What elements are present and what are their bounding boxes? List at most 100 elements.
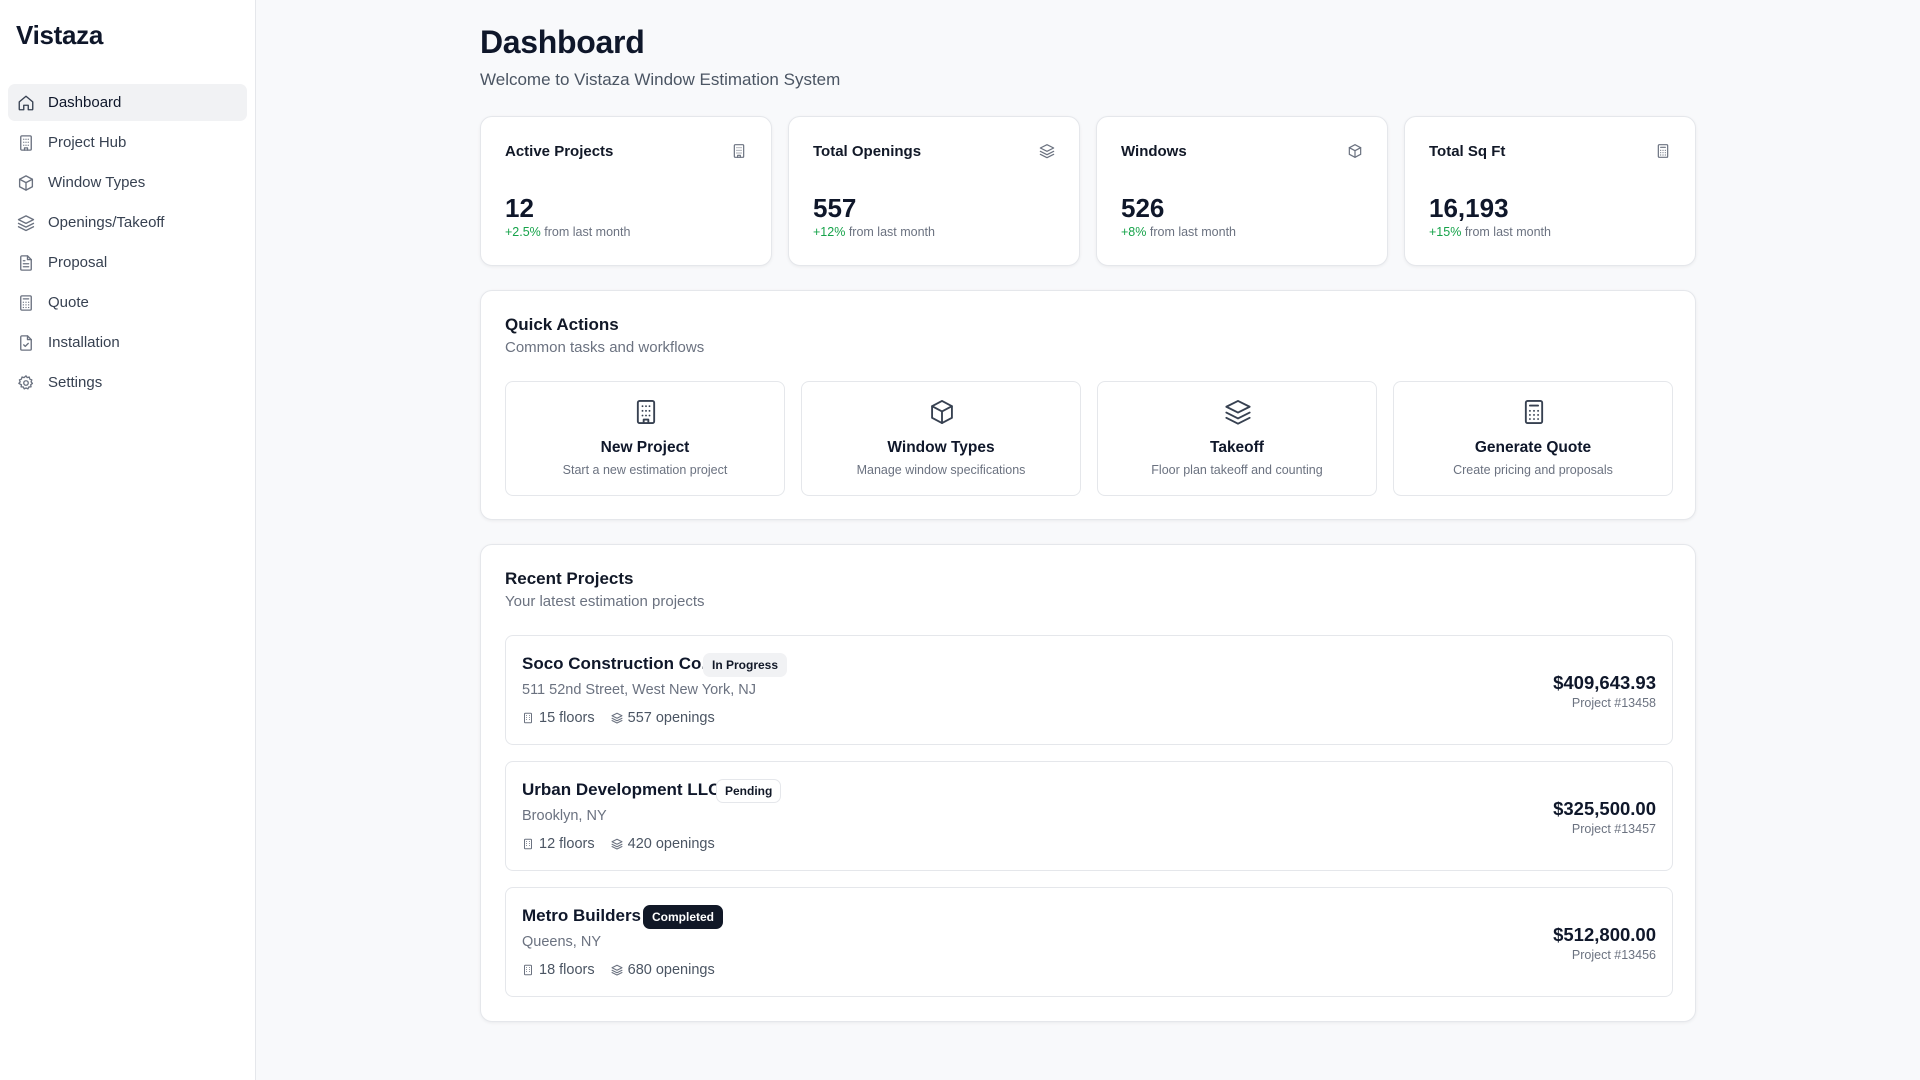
status-badge: Pending <box>716 779 782 803</box>
stat-delta: +2.5% <box>505 225 541 239</box>
sidebar-item-settings[interactable]: Settings <box>8 364 247 401</box>
section-title: Recent Projects <box>505 569 634 588</box>
stat-value: 16,193 <box>1429 193 1509 223</box>
stat-change: +2.5% from last month <box>505 225 630 239</box>
project-amount: $512,800.00 <box>1553 924 1656 945</box>
building-icon <box>524 838 532 850</box>
stat-change: +8% from last month <box>1121 225 1236 239</box>
layers-icon <box>611 838 623 850</box>
sidebar-item-openings-takeoff[interactable]: Openings/Takeoff <box>8 204 247 241</box>
quick-action-label: Takeoff <box>1210 439 1264 456</box>
quick-actions-card: Quick Actions Common tasks and workflows… <box>480 290 1696 520</box>
stat-change: +15% from last month <box>1429 225 1551 239</box>
building-icon <box>20 134 32 151</box>
sidebar-nav: Dashboard Project Hub Window Types Openi… <box>8 84 247 404</box>
quick-action-desc: Manage window specifications <box>856 463 1026 477</box>
stat-card-active-projects: Active Projects 12 +2.5% from last month <box>480 116 772 266</box>
stats-row: Active Projects 12 +2.5% from last month… <box>480 116 1696 266</box>
quick-action-label: New Project <box>600 439 690 456</box>
stat-value: 557 <box>813 193 857 223</box>
project-id: Project #13458 <box>1571 696 1656 710</box>
file-check-icon <box>20 334 32 351</box>
calculator-icon <box>1524 399 1544 425</box>
calculator-icon <box>1657 144 1669 158</box>
quick-action-desc: Floor plan takeoff and counting <box>1151 463 1323 477</box>
project-id: Project #13456 <box>1571 948 1656 962</box>
status-badge: In Progress <box>703 653 788 677</box>
home-icon <box>18 95 34 110</box>
file-text-icon <box>20 254 32 271</box>
stat-card-windows: Windows 526 +8% from last month <box>1096 116 1388 266</box>
sidebar-item-label: Installation <box>48 334 120 351</box>
stat-title: Total Sq Ft <box>1429 143 1506 160</box>
project-name: Urban Development LLC <box>522 780 721 799</box>
brand-logo[interactable]: Vistaza <box>16 20 103 51</box>
building-icon <box>636 399 656 425</box>
sidebar-item-proposal[interactable]: Proposal <box>8 244 247 281</box>
page-title: Dashboard <box>480 24 645 60</box>
project-address: Brooklyn, NY <box>522 808 607 824</box>
stat-delta: +8% <box>1121 225 1147 239</box>
quick-action-label: Generate Quote <box>1474 439 1592 456</box>
new-project-button[interactable]: New Project Start a new estimation proje… <box>505 381 785 496</box>
window-types-button[interactable]: Window Types Manage window specification… <box>801 381 1081 496</box>
project-openings: 557 openings <box>627 710 715 726</box>
page-subtitle: Welcome to Vistaza Window Estimation Sys… <box>480 70 841 89</box>
sidebar-item-label: Dashboard <box>48 94 122 111</box>
quick-action-desc: Start a new estimation project <box>562 463 728 477</box>
calculator-icon <box>20 294 32 311</box>
project-row[interactable]: Soco Construction Co. In Progress 511 52… <box>505 635 1673 745</box>
stat-change: +12% from last month <box>813 225 935 239</box>
stat-title: Active Projects <box>505 143 614 160</box>
stat-card-total-sq-ft: Total Sq Ft 16,193 +15% from last month <box>1404 116 1696 266</box>
project-name: Metro Builders <box>522 906 642 925</box>
sidebar-item-label: Quote <box>48 294 89 311</box>
stat-change-suffix: from last month <box>1464 225 1551 239</box>
building-icon <box>524 712 532 724</box>
quick-action-desc: Create pricing and proposals <box>1453 463 1613 477</box>
sidebar-item-window-types[interactable]: Window Types <box>8 164 247 201</box>
sidebar-item-installation[interactable]: Installation <box>8 324 247 361</box>
project-openings: 680 openings <box>627 962 715 978</box>
layers-icon <box>17 214 35 231</box>
status-badge: Completed <box>643 905 724 929</box>
project-floors: 12 floors <box>539 836 595 852</box>
layers-icon <box>611 964 623 976</box>
sidebar: Vistaza Dashboard Project Hub Window Typ… <box>0 0 256 1080</box>
project-id: Project #13457 <box>1571 822 1656 836</box>
stat-value: 12 <box>505 193 534 223</box>
stat-title: Windows <box>1121 143 1187 160</box>
stat-delta: +12% <box>813 225 846 239</box>
project-floors: 15 floors <box>539 710 595 726</box>
box-icon <box>1348 144 1362 158</box>
project-address: Queens, NY <box>522 934 601 950</box>
stat-change-suffix: from last month <box>1149 225 1236 239</box>
project-floors: 18 floors <box>539 962 595 978</box>
sidebar-item-quote[interactable]: Quote <box>8 284 247 321</box>
stat-delta: +15% <box>1429 225 1462 239</box>
sidebar-item-project-hub[interactable]: Project Hub <box>8 124 247 161</box>
box-icon <box>931 399 953 425</box>
sidebar-item-label: Settings <box>48 374 103 391</box>
project-row[interactable]: Metro Builders Completed Queens, NY 18 f… <box>505 887 1673 997</box>
project-meta: 15 floors 557 openings <box>522 710 715 726</box>
quick-action-label: Window Types <box>887 439 995 456</box>
takeoff-button[interactable]: Takeoff Floor plan takeoff and counting <box>1097 381 1377 496</box>
box-icon <box>18 174 34 191</box>
layers-icon <box>1225 399 1251 425</box>
stat-title: Total Openings <box>813 143 922 160</box>
layers-icon <box>611 712 623 724</box>
sidebar-item-label: Project Hub <box>48 134 127 151</box>
sidebar-item-dashboard[interactable]: Dashboard <box>8 84 247 121</box>
stat-change-suffix: from last month <box>544 225 631 239</box>
section-subtitle: Your latest estimation projects <box>505 593 705 610</box>
section-subtitle: Common tasks and workflows <box>505 339 705 356</box>
layers-icon <box>1039 144 1055 159</box>
gear-icon <box>18 374 34 390</box>
generate-quote-button[interactable]: Generate Quote Create pricing and propos… <box>1393 381 1673 496</box>
sidebar-item-label: Openings/Takeoff <box>48 214 165 231</box>
project-meta: 12 floors 420 openings <box>522 836 715 852</box>
recent-projects-card: Recent Projects Your latest estimation p… <box>480 544 1696 1022</box>
project-amount: $325,500.00 <box>1553 798 1656 819</box>
project-row[interactable]: Urban Development LLC Pending Brooklyn, … <box>505 761 1673 871</box>
